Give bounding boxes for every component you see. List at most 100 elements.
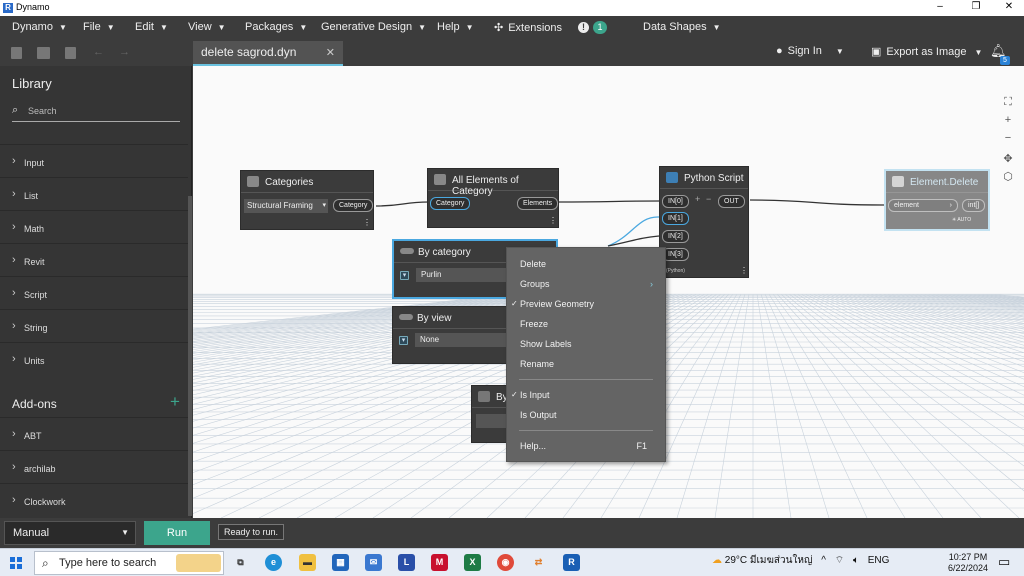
ctx-delete[interactable]: Delete — [507, 255, 665, 273]
node-all-elements[interactable]: All Elements of Category Category Elemen… — [427, 168, 559, 228]
remove-input-button[interactable]: − — [706, 194, 711, 204]
new-file-icon[interactable] — [11, 47, 22, 59]
menu-file[interactable]: File ▼ — [83, 21, 115, 33]
menu-data-shapes[interactable]: Data Shapes ▼ — [643, 21, 721, 33]
node-header: Element.Delete — [886, 171, 988, 193]
ctx-help[interactable]: Help... F1 — [507, 437, 665, 455]
chevron-down-icon: ▼ — [974, 48, 983, 57]
input-port-in1[interactable]: IN[1] — [662, 212, 689, 225]
mcafee-icon[interactable]: M — [431, 554, 448, 571]
taskbar-clock[interactable]: 10:27 PM 6/22/2024 — [948, 552, 988, 574]
menu-edit[interactable]: Edit ▼ — [135, 21, 168, 33]
addon-item-clockwork[interactable]: › Clockwork — [0, 483, 188, 516]
sign-in-button[interactable]: ● Sign In ▼ — [776, 45, 844, 57]
chevron-down-icon: ▼ — [121, 528, 129, 537]
library-item-string[interactable]: › String — [0, 309, 188, 342]
edge-icon[interactable]: e — [265, 554, 282, 571]
node-categories[interactable]: Categories Structural Framing ▾ Category … — [240, 170, 374, 230]
menu-dynamo[interactable]: Dynamo ▼ — [12, 21, 67, 33]
dropdown-arrow-icon[interactable]: ▾ — [400, 271, 409, 280]
output-port-int[interactable]: int[] — [962, 199, 986, 212]
ctx-rename[interactable]: Rename — [507, 355, 665, 373]
window-title-bar: R Dynamo – ❐ ✕ — [0, 0, 1024, 16]
mail-icon[interactable]: ✉ — [365, 554, 382, 571]
library-item-revit[interactable]: › Revit — [0, 243, 188, 276]
language-indicator[interactable]: ENG — [868, 555, 890, 566]
file-explorer-icon[interactable]: ▬ — [299, 554, 316, 571]
input-port-category[interactable]: Category — [430, 197, 471, 210]
notifications-menu[interactable]: ! 1 — [578, 21, 607, 34]
weather-description: มีเมฆส่วนใหญ่ — [749, 555, 813, 566]
node-element-delete[interactable]: Element.Delete element › int[] ✳ AUTO — [884, 169, 990, 231]
ctx-is-input[interactable]: ✓ Is Input — [507, 386, 665, 404]
input-port-in0[interactable]: IN[0] — [662, 195, 689, 208]
output-port-out[interactable]: OUT — [718, 195, 745, 208]
windows-start-icon[interactable] — [10, 557, 22, 569]
redo-icon[interactable]: → — [119, 46, 130, 58]
menu-help[interactable]: Help ▼ — [437, 21, 474, 33]
node-menu-dots[interactable]: ⋮ — [740, 266, 748, 275]
addon-item-abt[interactable]: › ABT — [0, 417, 188, 450]
menu-view[interactable]: View ▼ — [188, 21, 226, 33]
task-view-icon[interactable]: ⧉ — [232, 554, 249, 571]
wire-to-python-in2 — [607, 235, 660, 247]
chrome-icon[interactable]: ◉ — [497, 554, 514, 571]
weather-temp[interactable]: 29°C — [725, 555, 747, 566]
run-bar: Manual ▼ Run Ready to run. — [0, 518, 1024, 548]
ctx-groups[interactable]: Groups › — [507, 275, 665, 293]
run-button[interactable]: Run — [144, 521, 210, 545]
menu-generative-design[interactable]: Generative Design ▼ — [321, 21, 426, 33]
transfer-app-icon[interactable]: ⇄ — [530, 554, 547, 571]
chevron-down-icon: ▼ — [465, 23, 474, 32]
output-port-elements[interactable]: Elements — [517, 197, 559, 210]
add-package-icon[interactable]: + — [170, 392, 180, 412]
by-view-value[interactable]: None — [415, 333, 507, 347]
library-item-script[interactable]: › Script — [0, 276, 188, 309]
tab-title: delete sagrod.dyn — [201, 45, 297, 59]
library-item-input[interactable]: › Input — [0, 144, 188, 177]
open-folder-icon[interactable] — [37, 47, 50, 59]
excel-icon[interactable]: X — [464, 554, 481, 571]
close-window-button[interactable]: ✕ — [994, 1, 1024, 12]
addon-item-archilab[interactable]: › archilab — [0, 450, 188, 483]
checkmark-icon: ✓ — [511, 299, 518, 308]
revit-icon[interactable]: R — [563, 554, 580, 571]
lacing-auto[interactable]: ✳ AUTO — [952, 217, 971, 223]
run-mode-dropdown[interactable]: Manual ▼ — [4, 521, 136, 545]
node-menu-dots[interactable]: ⋮ — [363, 218, 371, 227]
ctx-show-labels[interactable]: Show Labels — [507, 335, 665, 353]
export-image-button[interactable]: ▣ Export as Image ▼ — [871, 45, 982, 58]
menu-packages[interactable]: Packages ▼ — [245, 21, 307, 33]
sidebar-scrollbar[interactable] — [188, 196, 192, 516]
notifications-icon[interactable]: ▭ — [998, 554, 1010, 570]
dropdown-arrow-icon[interactable]: ▾ — [399, 336, 408, 345]
store-icon[interactable]: ▦ — [332, 554, 349, 571]
input-port-in2[interactable]: IN[2] — [662, 230, 689, 243]
chevron-right-icon: › — [12, 254, 16, 266]
ctx-freeze[interactable]: Freeze — [507, 315, 665, 333]
restore-button[interactable]: ❐ — [961, 1, 991, 12]
chevron-down-icon: ▼ — [58, 23, 67, 32]
node-menu-dots[interactable]: ⋮ — [549, 216, 557, 225]
node-python-script[interactable]: Python Script IN[0] IN[1] IN[2] IN[3] + … — [659, 166, 749, 278]
undo-icon[interactable]: ← — [93, 46, 104, 58]
library-search-input[interactable]: ⌕ Search — [12, 102, 180, 122]
ctx-preview-geometry[interactable]: ✓ Preview Geometry — [507, 295, 665, 313]
input-port-element[interactable]: element › — [888, 199, 958, 212]
tab-close-icon[interactable]: ✕ — [326, 46, 335, 59]
category-dropdown[interactable]: Structural Framing ▾ — [244, 199, 328, 213]
library-item-math[interactable]: › Math — [0, 210, 188, 243]
input-port-in3[interactable]: IN[3] — [662, 248, 689, 261]
add-input-button[interactable]: + — [695, 194, 700, 204]
library-item-list[interactable]: › List — [0, 177, 188, 210]
search-highlight-image — [176, 554, 221, 572]
minimize-button[interactable]: – — [925, 1, 955, 12]
workspace-tab[interactable]: delete sagrod.dyn ✕ — [193, 41, 343, 66]
ctx-is-output[interactable]: Is Output — [507, 406, 665, 424]
lync-icon[interactable]: L — [398, 554, 415, 571]
menu-extensions[interactable]: ✣ Extensions — [494, 21, 562, 34]
library-item-units[interactable]: › Units — [0, 342, 188, 375]
save-icon[interactable] — [65, 47, 76, 59]
by-category-value[interactable]: Purlin — [416, 268, 508, 282]
output-port-category[interactable]: Category — [333, 199, 374, 212]
